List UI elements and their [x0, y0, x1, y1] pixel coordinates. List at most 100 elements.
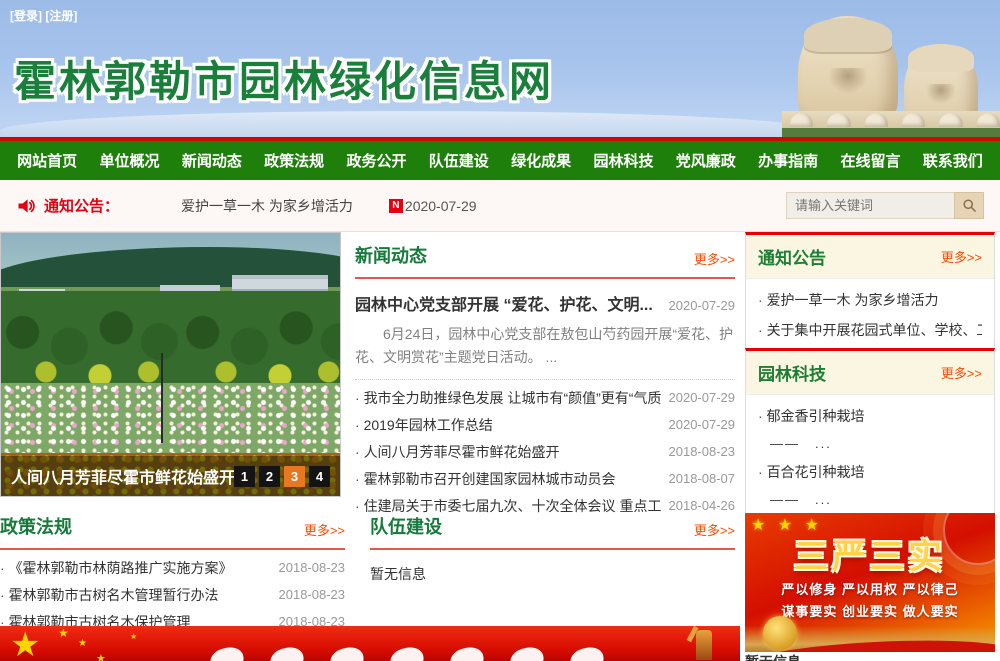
- nav-item-policy[interactable]: 政策法规: [253, 150, 335, 171]
- star-icon: ★: [58, 626, 69, 640]
- bottom-right-box: 暂无信息: [745, 652, 995, 661]
- team-more-link[interactable]: 更多>>: [694, 520, 735, 539]
- policy-section: 政策法规 更多>> 《霍林郭勒市林荫路推广实施方案》 2018-08-23 霍林…: [0, 513, 345, 635]
- star-icon: ★: [78, 638, 87, 649]
- calligraphy-decoration: [210, 648, 630, 661]
- banner-title: 三严三实: [745, 529, 995, 578]
- notice-item-link[interactable]: 关于集中开展花园式单位、学校、工厂...: [758, 315, 982, 345]
- news-item-link[interactable]: 霍林郭勒市召开创建国家园林城市动员会: [355, 469, 616, 489]
- section-rule: [370, 548, 735, 550]
- search-icon: [962, 198, 977, 213]
- news-item-date: 2020-07-29: [669, 390, 736, 405]
- carousel-flower-field: [1, 383, 340, 453]
- news-item-date: 2018-08-23: [669, 444, 736, 459]
- tech-item-link[interactable]: 郁金香引种栽培: [758, 401, 982, 431]
- star-icon: ★: [96, 652, 106, 661]
- featured-article-link[interactable]: 园林中心党支部开展 “爱花、护花、文明...: [355, 291, 653, 315]
- nav-item-contact[interactable]: 联系我们: [912, 150, 994, 171]
- carousel-caption-bar: 人间八月芳菲尽霍市鲜花始盛开 1 2 3 4: [1, 456, 340, 496]
- nav-item-home[interactable]: 网站首页: [6, 150, 88, 171]
- three-stricts-banner[interactable]: ★ ★ ★ 三严三实 严以修身 严以用权 严以律己 谋事要实 创业要实 做人要实: [745, 513, 995, 652]
- notice-box-more-link[interactable]: 更多>>: [941, 247, 982, 266]
- tech-item-sub: —— ...: [758, 431, 982, 457]
- yurt-domes: [782, 113, 1000, 129]
- auth-links: [登录] [注册]: [10, 7, 77, 24]
- tech-box: 园林科技 更多>> 郁金香引种栽培 —— ... 百合花引种栽培 —— ...: [745, 348, 995, 524]
- notice-box: 通知公告 更多>> 爱护一草一木 为家乡增活力 关于集中开展花园式单位、学校、工…: [745, 232, 995, 356]
- news-item-link[interactable]: 2019年园林工作总结: [355, 415, 493, 435]
- statue-figure-decoration: [696, 630, 712, 660]
- news-item-link[interactable]: 人间八月芳菲尽霍市鲜花始盛开: [355, 442, 560, 462]
- carousel-caption[interactable]: 人间八月芳菲尽霍市鲜花始盛开: [11, 464, 234, 488]
- section-rule: [355, 277, 735, 279]
- new-badge-icon: N: [389, 199, 403, 213]
- notice-bar: 通知公告： 爱护一草一木 为家乡增活力 N 2020-07-29: [0, 180, 1000, 232]
- team-empty-text: 暂无信息: [370, 564, 735, 584]
- news-item-date: 2020-07-29: [669, 417, 736, 432]
- tech-box-more-link[interactable]: 更多>>: [941, 363, 982, 382]
- nav-item-message[interactable]: 在线留言: [829, 150, 911, 171]
- news-list: 我市全力助推绿色发展 让城市有“颜值”更有“气质” 2020-07-29 201…: [355, 384, 735, 519]
- news-row: 霍林郭勒市召开创建国家园林城市动员会 2018-08-07: [355, 465, 735, 492]
- news-section-title: 新闻动态: [355, 242, 427, 268]
- notice-item-link[interactable]: 爱护一草一木 为家乡增活力: [758, 285, 982, 315]
- notice-box-title: 通知公告: [758, 244, 826, 269]
- news-row: 人间八月芳菲尽霍市鲜花始盛开 2018-08-23: [355, 438, 735, 465]
- policy-item-link[interactable]: 霍林郭勒市古树名木管理暂行办法: [0, 585, 219, 605]
- news-more-link[interactable]: 更多>>: [694, 249, 735, 268]
- search-button[interactable]: [954, 192, 984, 219]
- carousel-page-3-active[interactable]: 3: [284, 466, 305, 487]
- page: [登录] [注册] 霍林郭勒市园林绿化信息网 网站首页 单位概况 新闻动态 政策…: [0, 0, 1000, 661]
- bottom-red-banner[interactable]: ★ ★ ★ ★ ★: [0, 626, 740, 661]
- login-link[interactable]: [登录]: [10, 9, 42, 23]
- star-icon: ★: [130, 632, 137, 641]
- carousel-page-1[interactable]: 1: [234, 466, 255, 487]
- notice-label: 通知公告：: [44, 195, 119, 216]
- nav-item-tech[interactable]: 园林科技: [582, 150, 664, 171]
- nav-item-team[interactable]: 队伍建设: [418, 150, 500, 171]
- news-item-date: 2018-04-26: [669, 498, 736, 513]
- site-title: 霍林郭勒市园林绿化信息网: [14, 48, 554, 109]
- tech-box-title: 园林科技: [758, 360, 826, 385]
- nav-item-news[interactable]: 新闻动态: [171, 150, 253, 171]
- tech-item-sub: —— ...: [758, 487, 982, 513]
- dotted-separator: [355, 379, 735, 380]
- team-section-title: 队伍建设: [370, 513, 442, 539]
- team-section: 队伍建设 更多>> 暂无信息: [370, 513, 735, 584]
- tech-item-link[interactable]: 百合花引种栽培: [758, 457, 982, 487]
- nav-item-guide[interactable]: 办事指南: [747, 150, 829, 171]
- policy-item-date: 2018-08-23: [279, 560, 346, 575]
- genghis-khan-statues-image: [782, 0, 1000, 137]
- news-section: 新闻动态 更多>> 园林中心党支部开展 “爱花、护花、文明... 2020-07…: [355, 242, 735, 519]
- register-link[interactable]: [注册]: [45, 9, 77, 23]
- carousel-page-4[interactable]: 4: [309, 466, 330, 487]
- banner-line1: 严以修身 严以用权 严以律己: [745, 579, 995, 598]
- news-row: 2019年园林工作总结 2020-07-29: [355, 411, 735, 438]
- policy-row: 霍林郭勒市古树名木管理暂行办法 2018-08-23: [0, 581, 345, 608]
- notice-date: 2020-07-29: [405, 198, 477, 214]
- star-icon: ★: [10, 628, 40, 661]
- policy-row: 《霍林郭勒市林荫路推广实施方案》 2018-08-23: [0, 554, 345, 581]
- nav-item-greening[interactable]: 绿化成果: [500, 150, 582, 171]
- featured-article-date: 2020-07-29: [669, 298, 736, 313]
- nav-item-gov-affairs[interactable]: 政务公开: [335, 150, 417, 171]
- carousel-page-2[interactable]: 2: [259, 466, 280, 487]
- policy-section-title: 政策法规: [0, 513, 72, 539]
- nav-item-party[interactable]: 党风廉政: [665, 150, 747, 171]
- news-row: 我市全力助推绿色发展 让城市有“颜值”更有“气质” 2020-07-29: [355, 384, 735, 411]
- policy-more-link[interactable]: 更多>>: [304, 520, 345, 539]
- search-input[interactable]: [786, 192, 954, 219]
- speaker-icon: [16, 196, 36, 216]
- news-item-link[interactable]: 我市全力助推绿色发展 让城市有“颜值”更有“气质”: [355, 388, 661, 408]
- photo-carousel[interactable]: 人间八月芳菲尽霍市鲜花始盛开 1 2 3 4: [0, 232, 341, 497]
- policy-item-link[interactable]: 《霍林郭勒市林荫路推广实施方案》: [0, 558, 233, 578]
- section-rule: [0, 548, 345, 550]
- party-emblem-icon: [763, 616, 797, 650]
- carousel-pole: [161, 353, 163, 443]
- site-header: [登录] [注册] 霍林郭勒市园林绿化信息网: [0, 0, 1000, 137]
- notice-link[interactable]: 爱护一草一木 为家乡增活力: [181, 196, 353, 216]
- statue-grass: [782, 128, 1000, 137]
- nav-item-about[interactable]: 单位概况: [88, 150, 170, 171]
- main-nav: 网站首页 单位概况 新闻动态 政策法规 政务公开 队伍建设 绿化成果 园林科技 …: [0, 141, 1000, 180]
- featured-article-summary: 6月24日，园林中心党支部在敖包山芍药园开展“爱花、护花、文明赏花”主题党日活动…: [355, 323, 735, 369]
